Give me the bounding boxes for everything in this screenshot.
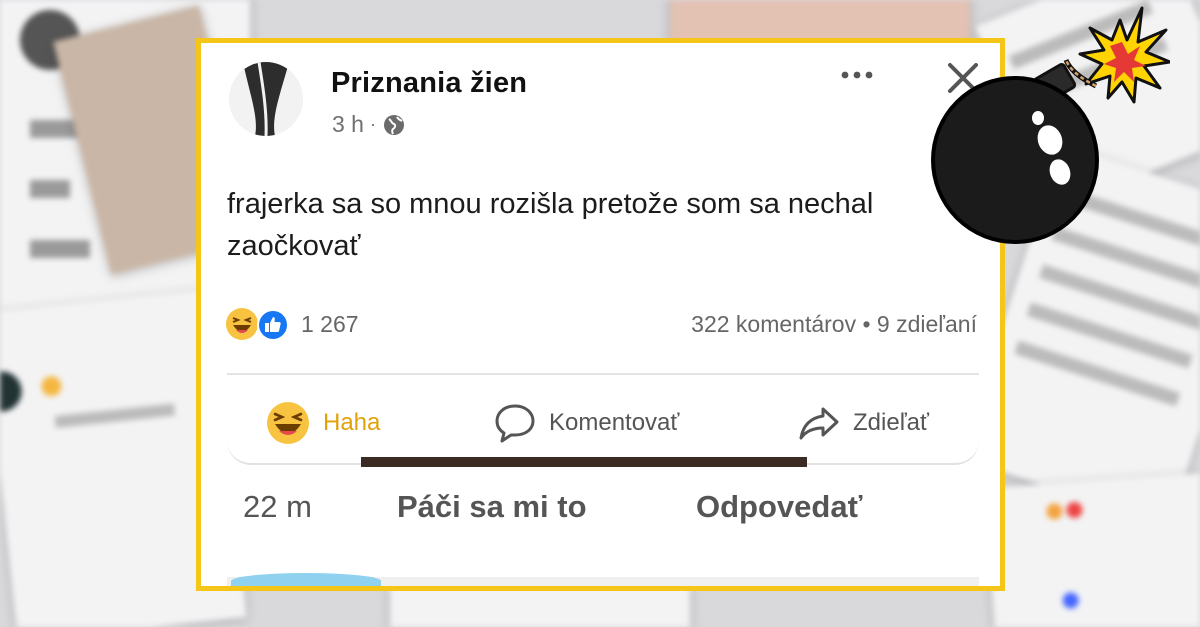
post-meta: 3 h · [332, 111, 406, 138]
like-icon [257, 309, 289, 341]
photo-strip [361, 457, 807, 467]
reply-button[interactable]: Odpovedať [696, 489, 862, 525]
haha-label: Haha [323, 409, 381, 436]
reactions-summary[interactable]: 1 267 322 komentárov • 9 zdieľaní [221, 305, 981, 345]
more-icon[interactable] [837, 65, 877, 85]
share-icon [799, 407, 839, 440]
like-comment-button[interactable]: Páči sa mi to [397, 489, 587, 525]
comment-time: 22 m [243, 489, 312, 524]
haha-icon [226, 308, 258, 340]
divider [227, 373, 979, 375]
comment-icon [495, 404, 535, 443]
globe-icon [383, 114, 404, 135]
haha-icon [267, 402, 309, 444]
bg-post-bottom [390, 585, 690, 627]
post-time[interactable]: 3 h [332, 111, 364, 138]
bomb-icon [931, 6, 1170, 244]
comment-reply-bar: 22 m Páči sa mi to Odpovedať [201, 483, 1000, 533]
bg-post-right-bottom [984, 472, 1200, 627]
next-comment-accent [231, 573, 381, 586]
page-name[interactable]: Priznania žien [331, 67, 527, 100]
post-card: Priznania žien 3 h · frajerka sa so mnou… [196, 38, 1005, 591]
avatar[interactable] [229, 62, 303, 136]
meta-separator: · [369, 114, 376, 134]
comments-shares-count[interactable]: 322 komentárov • 9 zdieľaní [691, 311, 977, 338]
reaction-count: 1 267 [301, 311, 359, 337]
post-text: frajerka sa so mnou rozišla pretože som … [227, 188, 874, 263]
share-label: Zdieľať [853, 409, 930, 436]
comment-label: Komentovať [549, 409, 680, 436]
